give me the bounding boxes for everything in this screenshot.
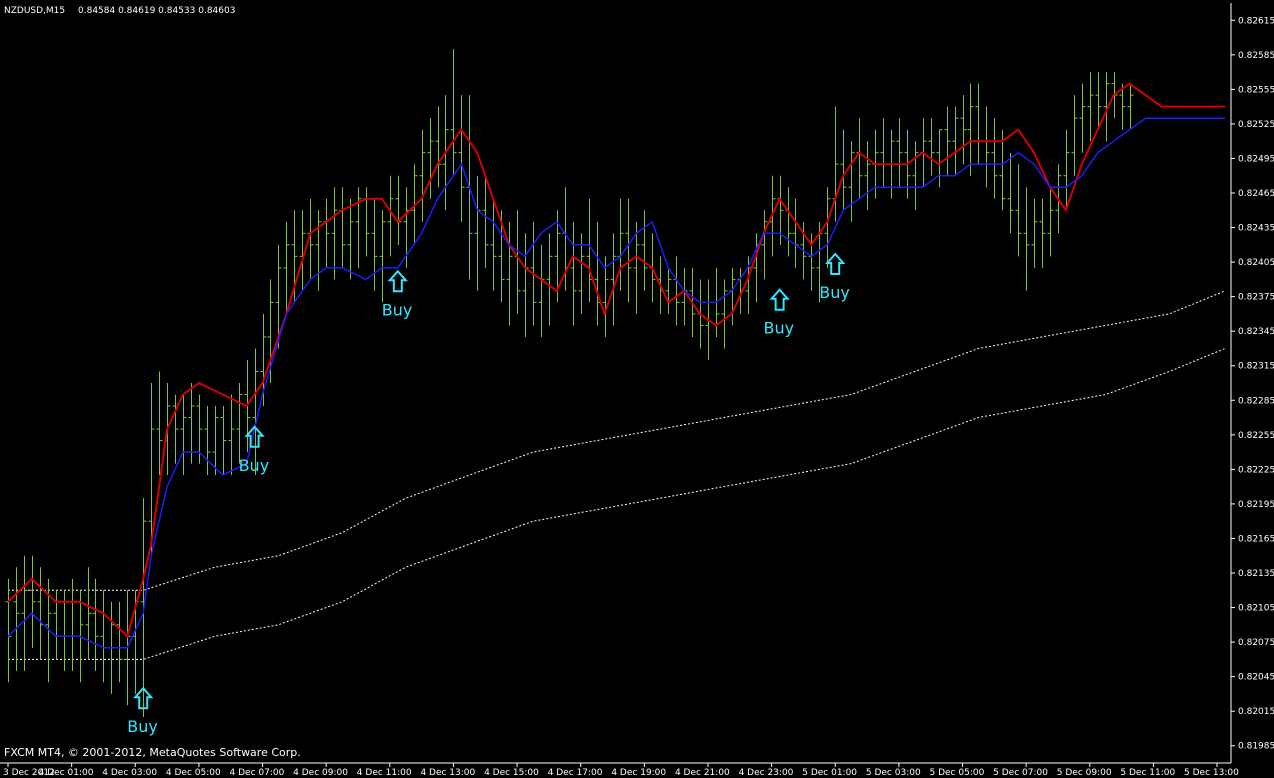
y-tick-label: 0.82465 xyxy=(1238,189,1274,199)
y-tick-label: 0.82195 xyxy=(1238,500,1274,510)
symbol-label: NZDUSD,M15 xyxy=(4,6,65,16)
y-tick-label: 0.82105 xyxy=(1238,604,1274,614)
x-tick-label: 4 Dec 11:00 xyxy=(357,768,412,778)
x-tick-label: 4 Dec 23:00 xyxy=(739,768,794,778)
y-tick-label: 0.82135 xyxy=(1238,569,1274,579)
x-tick-label: 4 Dec 09:00 xyxy=(293,768,348,778)
y-tick-label: 0.82525 xyxy=(1238,120,1274,130)
y-tick-label: 0.82075 xyxy=(1238,638,1274,648)
x-tick-label: 4 Dec 15:00 xyxy=(484,768,539,778)
y-tick-label: 0.82375 xyxy=(1238,293,1274,303)
x-tick-label: 5 Dec 05:00 xyxy=(930,768,985,778)
y-tick-label: 0.82255 xyxy=(1238,431,1274,441)
x-tick-label: 4 Dec 17:00 xyxy=(548,768,603,778)
x-tick-label: 4 Dec 01:00 xyxy=(39,768,94,778)
y-tick-label: 0.82495 xyxy=(1238,154,1274,164)
buy-label: Buy xyxy=(382,300,413,319)
x-tick-label: 5 Dec 01:00 xyxy=(802,768,857,778)
y-tick-label: 0.82045 xyxy=(1238,673,1274,683)
ohlc-values: 0.84584 0.84619 0.84533 0.84603 xyxy=(78,6,235,16)
y-tick-label: 0.82285 xyxy=(1238,396,1274,406)
y-tick-label: 0.82225 xyxy=(1238,465,1274,475)
y-tick-label: 0.82315 xyxy=(1238,362,1274,372)
y-tick-label: 0.82615 xyxy=(1238,16,1274,26)
buy-label: Buy xyxy=(127,717,158,736)
x-tick-label: 5 Dec 13:00 xyxy=(1184,768,1239,778)
buy-label: Buy xyxy=(239,456,270,475)
buy-label: Buy xyxy=(819,283,850,302)
y-tick-label: 0.82585 xyxy=(1238,51,1274,61)
y-tick-label: 0.82435 xyxy=(1238,224,1274,234)
x-tick-label: 4 Dec 13:00 xyxy=(420,768,475,778)
x-tick-label: 5 Dec 09:00 xyxy=(1057,768,1112,778)
y-tick-label: 0.82165 xyxy=(1238,534,1274,544)
y-tick-label: 0.81985 xyxy=(1238,742,1274,752)
copyright-text: FXCM MT4, © 2001-2012, MetaQuotes Softwa… xyxy=(4,746,301,759)
buy-label: Buy xyxy=(764,319,795,338)
x-tick-label: 5 Dec 11:00 xyxy=(1120,768,1175,778)
y-tick-label: 0.82015 xyxy=(1238,707,1274,717)
y-tick-label: 0.82345 xyxy=(1238,327,1274,337)
y-tick-label: 0.82405 xyxy=(1238,258,1274,268)
price-chart[interactable]: Buy Buy Buy Buy Buy 0.82615 0.82585 0.82555 0.8… xyxy=(0,0,1274,778)
x-tick-label: 4 Dec 21:00 xyxy=(675,768,730,778)
x-tick-label: 5 Dec 07:00 xyxy=(993,768,1048,778)
x-tick-label: 4 Dec 07:00 xyxy=(230,768,285,778)
y-tick-label: 0.82555 xyxy=(1238,85,1274,95)
x-tick-label: 4 Dec 05:00 xyxy=(166,768,221,778)
x-tick-label: 4 Dec 03:00 xyxy=(102,768,157,778)
x-tick-label: 5 Dec 03:00 xyxy=(866,768,921,778)
x-tick-label: 4 Dec 19:00 xyxy=(611,768,666,778)
